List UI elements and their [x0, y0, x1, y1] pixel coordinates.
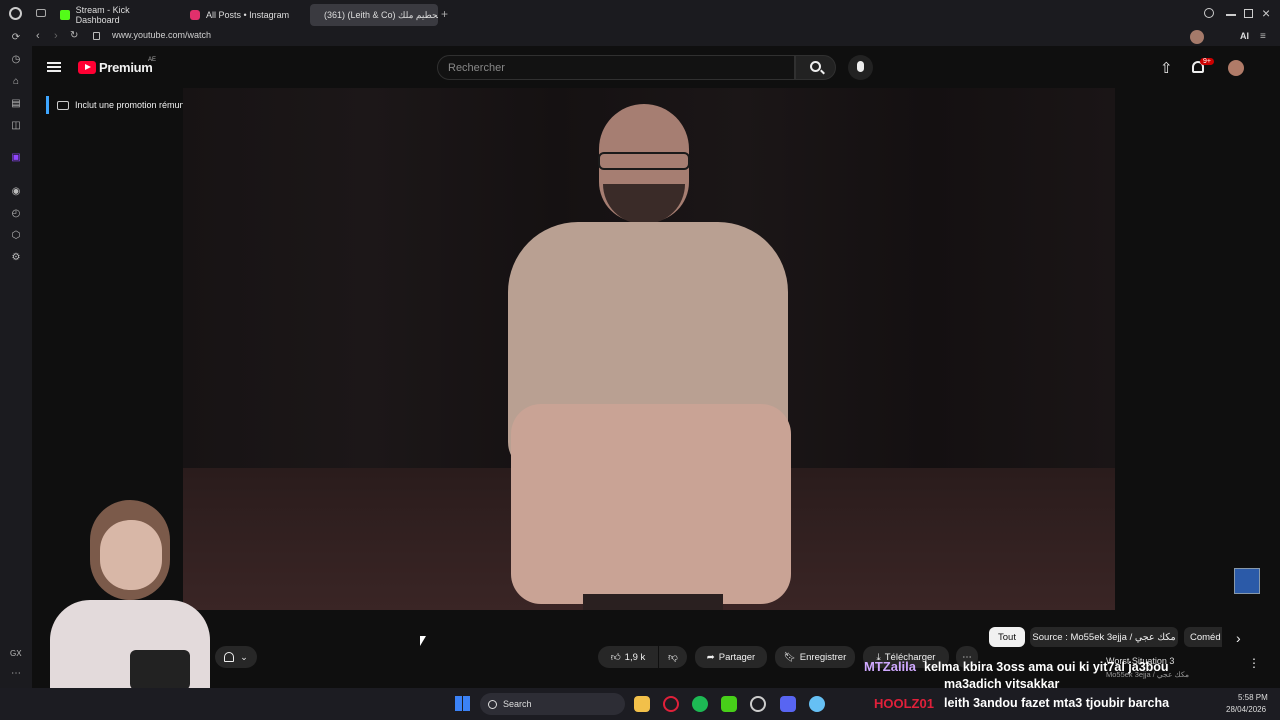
- save-button[interactable]: 🔖︎ Enregistrer: [775, 646, 855, 668]
- back-icon[interactable]: ‹: [36, 30, 40, 42]
- bell-icon: [224, 652, 235, 662]
- kick-icon: [60, 10, 70, 20]
- thumbs-down-icon: 👎︎: [668, 652, 678, 663]
- url-field[interactable]: www.youtube.com/watch: [112, 30, 211, 40]
- kick-app-icon[interactable]: [721, 696, 737, 712]
- chip-comedy[interactable]: Coméd: [1184, 627, 1222, 647]
- opera-gx-icon[interactable]: [663, 696, 679, 712]
- file-explorer-icon[interactable]: [634, 696, 650, 712]
- upload-icon[interactable]: ⇧: [1160, 59, 1173, 77]
- maximize-icon[interactable]: [1244, 9, 1253, 18]
- share-label: Partager: [718, 651, 756, 663]
- chip-label: Tout: [998, 631, 1016, 643]
- reload-icon[interactable]: ↻: [70, 30, 78, 41]
- mic-icon: [857, 61, 864, 72]
- channel-thumbnail[interactable]: [1234, 568, 1260, 594]
- logo-text[interactable]: Premium: [99, 60, 153, 75]
- instagram-icon: [190, 10, 200, 20]
- notification-badge: 9+: [1200, 58, 1214, 65]
- search-tabs-icon[interactable]: [1204, 8, 1214, 18]
- history-icon[interactable]: ◷: [10, 54, 22, 66]
- search-input[interactable]: Rechercher: [437, 55, 795, 80]
- region-code: AE: [148, 57, 157, 63]
- like-button[interactable]: 👍︎ 1,9 k: [598, 646, 658, 668]
- chip-source[interactable]: Source : Mo55ek 3ejja / مكك عجي: [1030, 627, 1178, 647]
- chevron-down-icon: ⌄: [240, 651, 248, 662]
- video-player[interactable]: [183, 88, 1115, 610]
- avatar[interactable]: [1228, 60, 1244, 76]
- bookmark-icon: 🔖︎: [783, 651, 796, 663]
- clock-time[interactable]: 5:58 PM: [1238, 693, 1268, 702]
- chevron-right-icon[interactable]: ›: [1236, 630, 1241, 646]
- lock-icon: [93, 32, 100, 40]
- dislike-button[interactable]: 👎︎: [659, 646, 687, 668]
- browser-sidebar: ⟳ ◷ ⌂ ▤ ◫ ▣ ◉ ◴ ⬡ ⚙ GX ⋯: [0, 28, 32, 688]
- hamburger-menu-icon[interactable]: [47, 62, 61, 72]
- clock-date[interactable]: 28/04/2026: [1226, 705, 1266, 714]
- ai-button[interactable]: AI: [1240, 31, 1249, 41]
- chip-all[interactable]: Tout: [989, 627, 1025, 647]
- tab-label: All Posts • Instagram: [206, 10, 290, 20]
- tab-label: Stream - Kick Dashboard: [75, 5, 130, 25]
- sync-icon[interactable]: ⟳: [10, 32, 22, 44]
- chip-label: Coméd: [1190, 631, 1221, 643]
- kebab-menu-icon[interactable]: ⋮: [1248, 656, 1260, 670]
- like-count: 1,9 k: [624, 651, 646, 663]
- twitch-icon[interactable]: ▣: [10, 152, 22, 164]
- share-icon: ➦: [706, 651, 715, 663]
- youtube-logo-icon[interactable]: [78, 61, 96, 74]
- taskbar-search-label: Search: [503, 699, 532, 709]
- tab-label: (361) (Leith & Co) تحطيم ملك: [324, 9, 438, 20]
- opera-logo-icon[interactable]: [9, 7, 22, 20]
- chat-message-1: kelma kbira 3oss ama oui ki yit7al ja3bo…: [924, 660, 1169, 674]
- discord-icon[interactable]: [780, 696, 796, 712]
- chip-label: Source : Mo55ek 3ejja / مكك عجي: [1032, 631, 1176, 643]
- tab-switcher-icon[interactable]: [36, 9, 46, 17]
- forward-icon[interactable]: ›: [54, 30, 58, 42]
- tab-bar: Stream - Kick Dashboard All Posts • Inst…: [0, 0, 1280, 28]
- promo-icon: [57, 100, 69, 110]
- search-button[interactable]: [795, 55, 836, 80]
- windows-start-icon[interactable]: [455, 696, 470, 711]
- steam-icon[interactable]: [809, 696, 825, 712]
- wallet-icon[interactable]: ▤: [10, 98, 22, 110]
- obs-icon[interactable]: [750, 696, 766, 712]
- new-tab-button[interactable]: +: [441, 7, 448, 21]
- thumbs-up-icon: 👍︎: [610, 652, 621, 663]
- clock-icon[interactable]: ◴: [10, 208, 22, 220]
- tab-instagram[interactable]: All Posts • Instagram: [182, 4, 302, 26]
- more-icon[interactable]: ⋯: [10, 668, 22, 680]
- tab-youtube[interactable]: (361) (Leith & Co) تحطيم ملك: [310, 4, 438, 26]
- search-placeholder: Rechercher: [448, 61, 505, 74]
- chat-message-2: leith 3andou fazet mta3 tjoubir barcha: [944, 696, 1170, 710]
- settings-icon[interactable]: ⚙: [10, 252, 22, 264]
- share-button[interactable]: ➦ Partager: [695, 646, 767, 668]
- extension-avatar[interactable]: [1190, 30, 1204, 44]
- video-person: [503, 104, 793, 610]
- spotify-icon[interactable]: [692, 696, 708, 712]
- taskbar-search[interactable]: Search: [480, 693, 625, 715]
- player-icon[interactable]: ◉: [10, 186, 22, 198]
- minimize-icon[interactable]: [1226, 14, 1236, 16]
- search-icon: [488, 699, 497, 709]
- save-label: Enregistrer: [799, 651, 847, 663]
- chat-user-1: MTZalila: [864, 659, 917, 674]
- messenger-icon[interactable]: ◫: [10, 120, 22, 132]
- extensions-icon[interactable]: ⌂: [10, 76, 22, 88]
- webcam-overlay: [40, 490, 210, 688]
- cube-icon[interactable]: ⬡: [10, 230, 22, 242]
- menu-icon[interactable]: ≡: [1260, 31, 1266, 42]
- chat-user-2: HOOLZ01: [874, 696, 934, 711]
- tab-kick[interactable]: Stream - Kick Dashboard: [52, 4, 180, 26]
- voice-search-button[interactable]: [848, 55, 873, 80]
- gx-label[interactable]: GX: [10, 649, 22, 658]
- subscribe-bell-button[interactable]: ⌄: [215, 646, 257, 668]
- mouse-cursor: [420, 636, 426, 646]
- close-icon[interactable]: ×: [1262, 5, 1270, 21]
